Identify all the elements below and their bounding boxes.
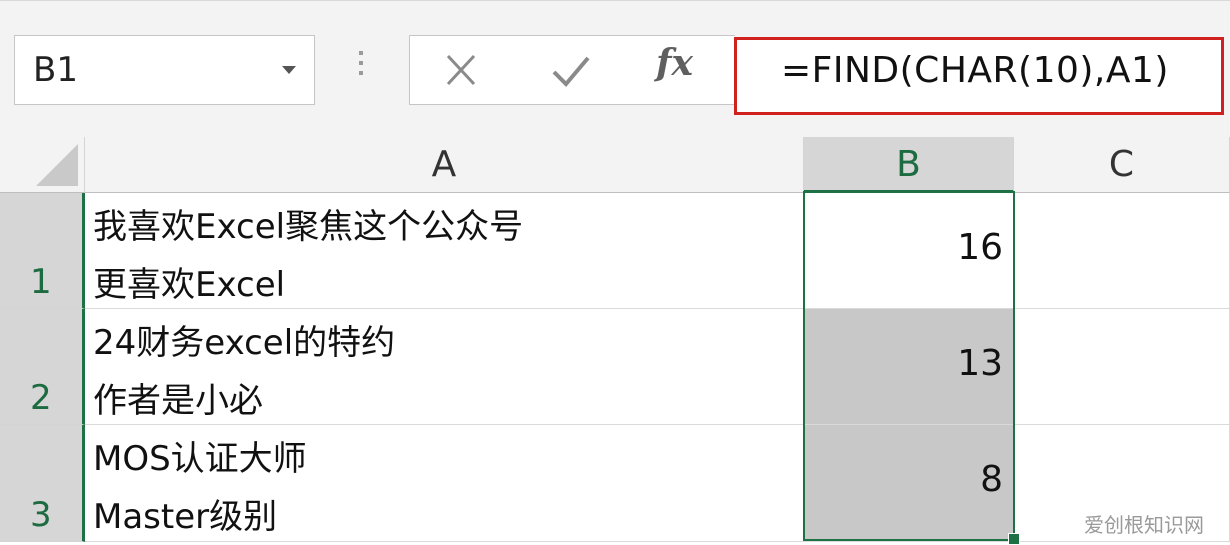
row-number: 1: [30, 262, 52, 302]
formula-bar: B1 fx =FIND(CHAR(10),A1): [0, 0, 1230, 138]
cell-text-line2: 更喜欢Excel: [93, 265, 286, 305]
cell-text-line2: 作者是小必: [93, 381, 263, 421]
column-header-a[interactable]: A: [85, 137, 804, 193]
cell-text-line1: 我喜欢Excel聚焦这个公众号: [93, 207, 524, 247]
cell-a3[interactable]: MOS认证大师 Master级别: [85, 425, 804, 542]
cell-a2[interactable]: 24财务excel的特约 作者是小必: [85, 309, 804, 425]
row-number: 3: [30, 495, 52, 535]
cell-b3[interactable]: 8: [804, 425, 1014, 542]
cell-text-line1: MOS认证大师: [93, 439, 307, 479]
column-header-b[interactable]: B: [804, 137, 1014, 193]
select-all-triangle-icon: [36, 144, 78, 186]
row-header-1[interactable]: 1: [0, 193, 85, 309]
select-all-corner[interactable]: [0, 137, 85, 193]
cell-c1[interactable]: [1014, 193, 1230, 309]
row-header-2[interactable]: 2: [0, 309, 85, 425]
cell-value: 8: [980, 459, 1003, 500]
cell-text-line2: Master级别: [93, 497, 278, 537]
row-header-3[interactable]: 3: [0, 425, 85, 542]
enter-checkmark-icon[interactable]: [546, 48, 596, 94]
spreadsheet-grid: A B C 1 我喜欢Excel聚焦这个公众号 更喜欢Excel 16 2 24…: [0, 137, 1230, 545]
row-number: 2: [30, 378, 52, 418]
fill-handle[interactable]: [1008, 533, 1020, 545]
name-box-value: B1: [33, 50, 78, 90]
formula-text: =FIND(CHAR(10),A1): [781, 50, 1169, 91]
formula-input[interactable]: =FIND(CHAR(10),A1): [734, 37, 1224, 115]
cell-a1[interactable]: 我喜欢Excel聚焦这个公众号 更喜欢Excel: [85, 193, 804, 309]
cell-b2[interactable]: 13: [804, 309, 1014, 425]
name-box[interactable]: B1: [14, 35, 315, 105]
column-header-c[interactable]: C: [1014, 137, 1230, 193]
cell-c2[interactable]: [1014, 309, 1230, 425]
cell-value: 16: [957, 227, 1003, 268]
cell-b1[interactable]: 16: [804, 193, 1014, 309]
cell-value: 13: [957, 343, 1003, 384]
cancel-icon[interactable]: [436, 48, 486, 94]
name-box-dropdown-icon[interactable]: [282, 66, 296, 74]
insert-function-icon[interactable]: fx: [656, 42, 706, 88]
formula-bar-resize-grip-icon[interactable]: [357, 51, 365, 85]
cell-text-line1: 24财务excel的特约: [93, 323, 396, 363]
watermark: 爱创根知识网: [1084, 513, 1204, 537]
formula-buttons: fx: [409, 35, 735, 105]
